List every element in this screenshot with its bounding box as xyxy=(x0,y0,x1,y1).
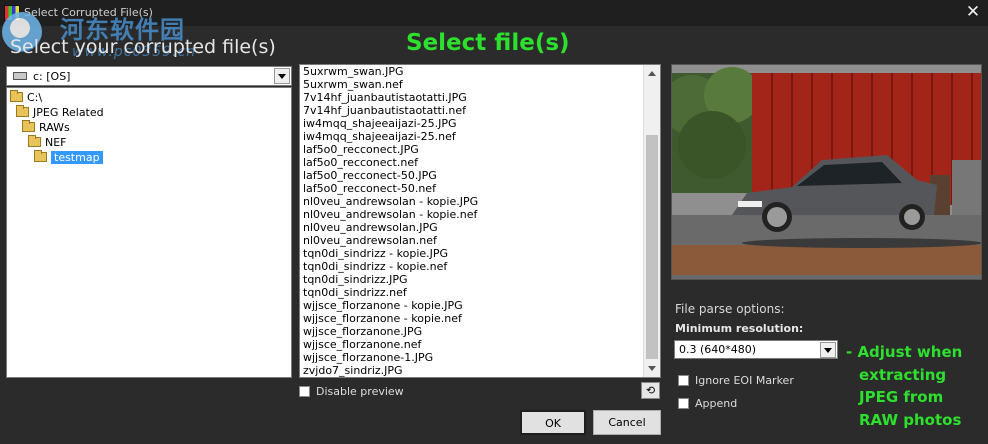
file-list-item[interactable]: 5uxrwm_swan.JPG xyxy=(300,65,660,78)
file-list-item[interactable]: zvjdo7_sindriz.JPG xyxy=(300,364,660,377)
ok-button[interactable]: OK xyxy=(520,410,586,435)
annotation-line: JPEG from xyxy=(859,388,944,406)
ignore-eoi-label: Ignore EOI Marker xyxy=(695,374,794,387)
file-list-item[interactable]: nl0veu_andrewsolan.JPG xyxy=(300,221,660,234)
drive-selected-value: c: [OS] xyxy=(33,70,71,83)
file-list-item[interactable]: nl0veu_andrewsolan.nef xyxy=(300,234,660,247)
min-resolution-dropdown[interactable]: 0.3 (640*480) xyxy=(674,340,838,359)
checkbox-box[interactable] xyxy=(678,398,689,409)
append-label: Append xyxy=(695,397,738,410)
file-list-item[interactable]: 5uxrwm_swan.nef xyxy=(300,78,660,91)
folder-tree-item[interactable]: C:\ xyxy=(10,90,42,105)
file-list-item[interactable]: wjjsce_florzanone-1.JPG xyxy=(300,351,660,364)
chevron-down-icon[interactable] xyxy=(820,342,836,358)
folder-icon xyxy=(28,135,41,147)
annotation-select-files: Select file(s) xyxy=(406,30,570,56)
folder-label: JPEG Related xyxy=(33,106,104,119)
file-list-item[interactable]: wjjsce_florzanone - kopie.nef xyxy=(300,312,660,325)
close-icon[interactable]: ✕ xyxy=(964,2,982,22)
append-checkbox[interactable]: Append xyxy=(678,397,737,410)
file-list-scrollbar[interactable] xyxy=(643,65,660,377)
folder-icon xyxy=(34,150,47,162)
min-resolution-value: 0.3 (640*480) xyxy=(679,343,757,356)
file-list-item[interactable]: laf5o0_recconect-50.JPG xyxy=(300,169,660,182)
file-list-item[interactable]: iw4mqq_shajeeaijazi-25.nef xyxy=(300,130,660,143)
file-list-item[interactable]: tqn0di_sindrizz.JPG xyxy=(300,273,660,286)
cancel-button[interactable]: Cancel xyxy=(593,410,661,435)
folder-tree-item[interactable]: NEF xyxy=(28,135,67,150)
scroll-up-icon[interactable] xyxy=(644,65,660,82)
file-list-item[interactable]: wjjsce_florzanone.JPG xyxy=(300,325,660,338)
folder-tree[interactable]: C:\ JPEG Related RAWs NEF testmap xyxy=(6,87,292,378)
file-list-item[interactable]: nl0veu_andrewsolan - kopie.nef xyxy=(300,208,660,221)
window-title: Select Corrupted File(s) xyxy=(24,6,153,19)
disable-preview-checkbox[interactable]: Disable preview xyxy=(299,385,404,398)
folder-label: NEF xyxy=(45,136,67,149)
drive-dropdown[interactable]: c: [OS] xyxy=(6,66,292,86)
preview-photo xyxy=(672,65,981,279)
folder-label: testmap xyxy=(51,151,103,164)
folder-label: RAWs xyxy=(39,121,70,134)
file-list-item[interactable]: tqn0di_sindrizz.nef xyxy=(300,286,660,299)
folder-tree-item[interactable]: RAWs xyxy=(22,120,70,135)
folder-icon xyxy=(10,90,23,102)
file-list-item[interactable]: nl0veu_andrewsolan - kopie.JPG xyxy=(300,195,660,208)
annotation-line: - Adjust when xyxy=(846,343,963,361)
file-list-item[interactable]: wjjsce_florzanone.nef xyxy=(300,338,660,351)
refresh-icon[interactable]: ⟲ xyxy=(641,382,660,399)
file-list[interactable]: 5uxrwm_swan.JPG 5uxrwm_swan.nef 7v14hf_jua… xyxy=(299,64,661,378)
file-list-item[interactable]: laf5o0_recconect.nef xyxy=(300,156,660,169)
disable-preview-label: Disable preview xyxy=(316,385,404,398)
options-title: File parse options: xyxy=(675,302,785,316)
folder-icon xyxy=(22,120,35,132)
ignore-eoi-checkbox[interactable]: Ignore EOI Marker xyxy=(678,374,794,387)
chevron-down-icon[interactable] xyxy=(274,68,290,84)
file-list-item[interactable]: tqn0di_sindrizz - kopie.nef xyxy=(300,260,660,273)
file-list-item[interactable]: iw4mqq_shajeeaijazi-25.JPG xyxy=(300,117,660,130)
folder-tree-item[interactable]: testmap xyxy=(34,150,103,165)
checkbox-box[interactable] xyxy=(678,375,689,386)
annotation-line: RAW photos xyxy=(859,410,962,429)
page-title: Select your corrupted file(s) xyxy=(10,36,276,58)
title-bar: Select Corrupted File(s) ✕ xyxy=(0,0,988,26)
annotation-adjust: - Adjust when extracting JPEG from RAW p… xyxy=(846,341,986,431)
drive-icon xyxy=(13,72,27,80)
file-items: 5uxrwm_swan.JPG 5uxrwm_swan.nef 7v14hf_jua… xyxy=(300,65,660,377)
folder-label: C:\ xyxy=(27,91,43,104)
app-icon xyxy=(4,5,20,21)
file-list-item[interactable]: tqn0di_sindrizz - kopie.JPG xyxy=(300,247,660,260)
folder-icon xyxy=(16,105,29,117)
scroll-down-icon[interactable] xyxy=(644,360,660,377)
file-list-item[interactable]: laf5o0_recconect-50.nef xyxy=(300,182,660,195)
image-preview xyxy=(671,64,982,280)
file-list-item[interactable]: 7v14hf_juanbautistaotatti.nef xyxy=(300,104,660,117)
file-list-item[interactable]: wjjsce_florzanone - kopie.JPG xyxy=(300,299,660,312)
checkbox-box[interactable] xyxy=(299,386,310,397)
scrollbar-thumb[interactable] xyxy=(646,135,658,359)
file-list-item[interactable]: 7v14hf_juanbautistaotatti.JPG xyxy=(300,91,660,104)
annotation-line: extracting xyxy=(859,365,947,384)
file-list-item[interactable]: laf5o0_recconect.JPG xyxy=(300,143,660,156)
folder-tree-item[interactable]: JPEG Related xyxy=(16,105,104,120)
min-resolution-label: Minimum resolution: xyxy=(675,322,804,335)
